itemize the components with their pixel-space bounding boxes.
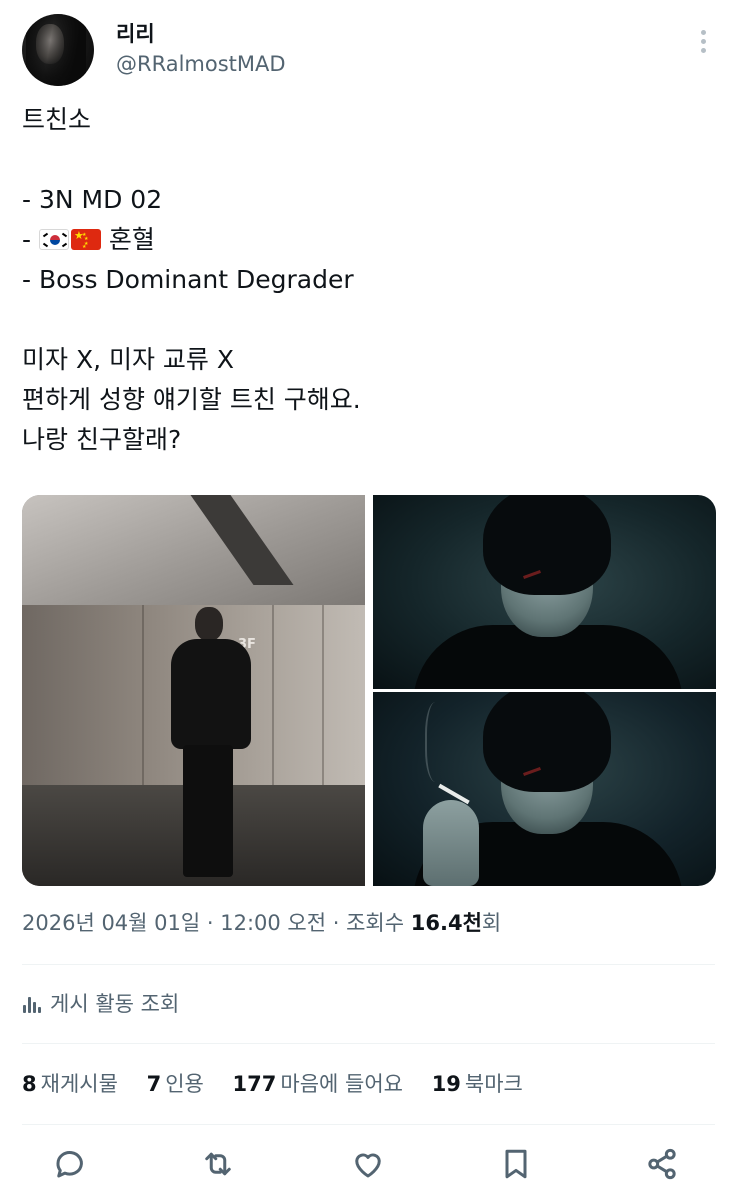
tweet-meta: 2026년 04월 01일 · 12:00 오전 · 조회수 16.4천회 xyxy=(22,907,501,939)
quotes-count: 7 xyxy=(146,1072,162,1096)
tweet-line: - Boss Dominant Degrader xyxy=(22,265,354,294)
tweet-header: 리리 @RRalmostMAD xyxy=(22,14,715,86)
post-activity-label: 게시 활동 조회 xyxy=(50,992,180,1016)
meta-separator: · xyxy=(326,911,347,935)
tweet-line-suffix: 혼혈 xyxy=(100,225,155,254)
like-icon[interactable] xyxy=(350,1146,390,1186)
bookmarks-count: 19 xyxy=(431,1072,461,1096)
tweet-date[interactable]: 2026년 04월 01일 xyxy=(22,911,200,935)
tweet-line-flags: - ★ ★ ★ ★ ★ 혼혈 xyxy=(22,220,715,260)
portrait-photo-top[interactable] xyxy=(373,495,716,689)
bar-chart-icon xyxy=(22,995,42,1013)
likes-label: 마음에 들어요 xyxy=(280,1072,403,1096)
person-figure xyxy=(157,607,257,877)
avatar-hair xyxy=(26,14,86,86)
tweet-line: - 3N MD 02 xyxy=(22,185,163,214)
tweet-time[interactable]: 12:00 오전 xyxy=(220,911,326,935)
quotes-label: 인용 xyxy=(165,1072,204,1096)
views-count: 16.4천 xyxy=(410,911,482,935)
tweet-line: 나랑 친구할래? xyxy=(22,425,182,454)
hallway-photo[interactable]: 3F xyxy=(22,495,365,886)
more-options-icon[interactable] xyxy=(697,30,709,56)
reposts-count: 8 xyxy=(22,1072,37,1096)
divider xyxy=(22,1124,715,1125)
share-icon[interactable] xyxy=(644,1146,684,1186)
bookmark-icon[interactable] xyxy=(498,1146,538,1186)
bookmarks-stat[interactable]: 19 북마크 xyxy=(432,1067,523,1101)
reposts-stat[interactable]: 8 재게시물 xyxy=(22,1067,118,1101)
display-name[interactable]: 리리 xyxy=(116,22,155,46)
media-grid: 3F xyxy=(22,495,716,886)
meta-separator: · xyxy=(200,911,221,935)
divider xyxy=(22,1043,715,1044)
likes-stat[interactable]: 177 마음에 들어요 xyxy=(233,1067,403,1101)
south-korea-flag-icon xyxy=(38,229,69,250)
tweet-line: 트친소 xyxy=(22,105,92,134)
post-activity-link[interactable]: 게시 활동 조회 xyxy=(22,987,179,1021)
repost-icon[interactable] xyxy=(200,1146,240,1186)
tweet-line-prefix: - xyxy=(22,225,39,254)
views-suffix: 회 xyxy=(481,911,502,935)
engagement-stats: 8 재게시물 7 인용 177 마음에 들어요 19 북마크 xyxy=(22,1067,545,1101)
avatar[interactable] xyxy=(22,14,94,86)
quotes-stat[interactable]: 7 인용 xyxy=(147,1067,204,1101)
portrait-photo-smoking[interactable] xyxy=(373,692,716,886)
tweet-line: 편하게 성향 얘기할 트친 구해요. xyxy=(22,385,361,414)
reposts-label: 재게시물 xyxy=(40,1072,118,1096)
china-flag-icon: ★ ★ ★ ★ ★ xyxy=(70,229,101,250)
action-bar xyxy=(22,1146,715,1186)
user-handle[interactable]: @RRalmostMAD xyxy=(116,52,286,76)
tweet-text: 트친소 - 3N MD 02 - ★ ★ ★ ★ ★ 혼혈 - Boss Dominan… xyxy=(22,100,715,460)
likes-count: 177 xyxy=(232,1072,277,1096)
views-label: 조회수 xyxy=(346,911,411,935)
divider xyxy=(22,964,715,965)
reply-icon[interactable] xyxy=(52,1146,92,1186)
tweet-line: 미자 X, 미자 교류 X xyxy=(22,345,234,374)
bookmarks-label: 북마크 xyxy=(464,1072,523,1096)
